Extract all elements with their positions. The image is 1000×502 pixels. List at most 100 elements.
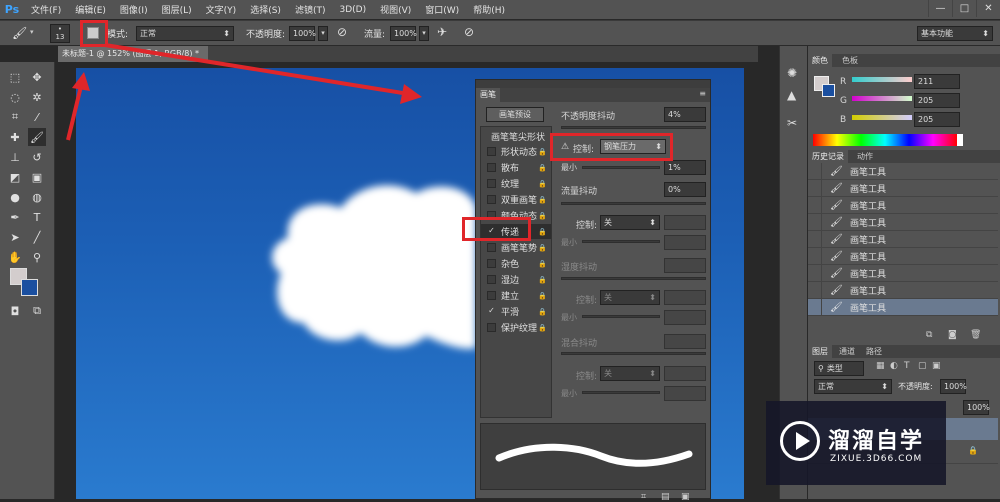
g-slider[interactable] bbox=[852, 96, 912, 101]
pixel-filter-icon[interactable]: ▦ bbox=[876, 361, 885, 371]
lock-icon[interactable]: 🔒 bbox=[538, 164, 547, 172]
list-item[interactable]: 杂色 bbox=[487, 256, 519, 271]
grid-icon[interactable]: ⌗ bbox=[641, 492, 646, 502]
checkbox[interactable] bbox=[487, 259, 496, 268]
tab-color[interactable]: 颜色 bbox=[808, 54, 832, 68]
mix-jitter-input[interactable] bbox=[664, 334, 706, 349]
minimum-input[interactable] bbox=[664, 386, 706, 401]
layer-filter-select[interactable]: ⚲ 类型 bbox=[814, 361, 864, 376]
layer-fill-input[interactable]: 100% bbox=[963, 400, 990, 415]
checkbox[interactable] bbox=[487, 147, 496, 156]
r-input[interactable]: 211 bbox=[914, 74, 960, 89]
opacity-jitter-slider[interactable] bbox=[561, 126, 706, 129]
checkbox[interactable] bbox=[487, 323, 496, 332]
minimum-input[interactable] bbox=[664, 310, 706, 325]
checkbox[interactable] bbox=[487, 195, 496, 204]
list-item[interactable]: 🖌 画笔工具 bbox=[808, 196, 998, 214]
new-document-icon[interactable]: ⧉ bbox=[926, 330, 932, 340]
list-item[interactable]: ✓ 平滑 bbox=[487, 304, 519, 319]
tools-icon[interactable]: ✂ bbox=[787, 116, 797, 130]
control-value: 关 bbox=[604, 293, 612, 302]
checkbox[interactable] bbox=[487, 163, 496, 172]
list-item[interactable]: 散布 bbox=[487, 160, 519, 175]
lock-icon[interactable]: 🔒 bbox=[538, 148, 547, 156]
checkbox[interactable] bbox=[487, 179, 496, 188]
flow-jitter-slider[interactable] bbox=[561, 202, 706, 205]
lock-icon[interactable]: 🔒 bbox=[538, 260, 547, 268]
minimum-slider[interactable] bbox=[582, 166, 660, 169]
lock-icon[interactable]: 🔒 bbox=[538, 196, 547, 204]
b-slider[interactable] bbox=[852, 115, 912, 120]
tab-history[interactable]: 历史记录 bbox=[808, 150, 848, 164]
white-swatch[interactable] bbox=[957, 134, 963, 146]
control-select[interactable]: 关 ⬍ bbox=[600, 215, 660, 230]
tab-swatches[interactable]: 色板 bbox=[838, 54, 862, 68]
lock-icon[interactable]: 🔒 bbox=[538, 212, 547, 220]
lock-icon[interactable]: 🔒 bbox=[538, 276, 547, 284]
shape-filter-icon[interactable]: ▢ bbox=[918, 361, 927, 371]
color-spectrum[interactable] bbox=[813, 134, 957, 146]
lock-icon[interactable]: 🔒 bbox=[538, 308, 547, 316]
trash-icon[interactable]: 🗑 bbox=[970, 330, 981, 340]
lock-icon[interactable]: 🔒 bbox=[538, 244, 547, 252]
tab-brush[interactable]: 画笔 bbox=[476, 88, 500, 102]
tab-channels[interactable]: 通道 bbox=[835, 345, 859, 359]
type-filter-icon[interactable]: T bbox=[904, 361, 910, 371]
r-slider[interactable] bbox=[852, 77, 912, 82]
b-input[interactable]: 205 bbox=[914, 112, 960, 127]
checkmark-icon[interactable]: ✓ bbox=[487, 307, 496, 316]
adjustment-filter-icon[interactable]: ◐ bbox=[890, 361, 898, 371]
lock-icon[interactable]: 🔒 bbox=[538, 324, 547, 332]
list-item[interactable]: 形状动态 bbox=[487, 144, 537, 159]
list-item[interactable]: 🖌 画笔工具 bbox=[808, 247, 998, 265]
wetness-jitter-input[interactable] bbox=[664, 258, 706, 273]
smart-object-filter-icon[interactable]: ▣ bbox=[932, 361, 941, 371]
navigator-icon[interactable]: ✺ bbox=[787, 66, 797, 80]
list-item[interactable]: 保护纹理 bbox=[487, 320, 537, 335]
list-item[interactable]: 湿边 bbox=[487, 272, 519, 287]
wetness-slider[interactable] bbox=[561, 277, 706, 280]
list-item[interactable]: 🖌 画笔工具 bbox=[808, 264, 998, 282]
tip-shape-item[interactable]: 画笔笔尖形状 bbox=[491, 130, 545, 143]
list-item[interactable]: 🖌 画笔工具 bbox=[808, 230, 998, 248]
blend-mode-select[interactable]: 正常 ⬍ bbox=[814, 379, 892, 394]
opacity-jitter-input[interactable]: 4% bbox=[664, 107, 706, 122]
background-color-swatch[interactable] bbox=[822, 84, 835, 97]
camera-icon[interactable]: ◙ bbox=[948, 330, 957, 340]
list-item[interactable]: 纹理 bbox=[487, 176, 519, 191]
histogram-icon[interactable]: ▲ bbox=[787, 88, 796, 102]
minimum-slider[interactable] bbox=[582, 240, 660, 243]
list-item[interactable]: 🖌 画笔工具 bbox=[808, 163, 998, 180]
list-item[interactable]: 画笔笔势 bbox=[487, 240, 537, 255]
tab-layers[interactable]: 图层 bbox=[808, 345, 832, 359]
list-item[interactable]: 建立 bbox=[487, 288, 519, 303]
flow-jitter-input[interactable]: 0% bbox=[664, 182, 706, 197]
list-item[interactable]: 🖌 画笔工具 bbox=[808, 179, 998, 197]
list-item[interactable]: 双重画笔 bbox=[487, 192, 537, 207]
minimum-input[interactable]: 1% bbox=[664, 160, 706, 175]
list-item-active[interactable]: 🖌 画笔工具 bbox=[808, 298, 998, 316]
layer-opacity-input[interactable]: 100% bbox=[940, 379, 967, 394]
new-brush-icon[interactable]: ▤ bbox=[661, 492, 670, 502]
brush-icon: 🖌 bbox=[830, 284, 843, 296]
panel-menu-icon[interactable]: ≡ bbox=[699, 89, 706, 98]
tab-actions[interactable]: 动作 bbox=[853, 150, 877, 164]
tab-paths[interactable]: 路径 bbox=[862, 345, 886, 359]
lock-icon[interactable]: 🔒 bbox=[538, 292, 547, 300]
checkbox[interactable] bbox=[487, 275, 496, 284]
checkbox[interactable] bbox=[487, 291, 496, 300]
save-brush-icon[interactable]: ▣ bbox=[681, 492, 690, 502]
mix-slider[interactable] bbox=[561, 352, 706, 355]
lock-icon[interactable]: 🔒 bbox=[538, 228, 547, 236]
list-item[interactable]: 🖌 画笔工具 bbox=[808, 281, 998, 299]
control-select[interactable]: 关 ⬍ bbox=[600, 290, 660, 305]
checkbox[interactable] bbox=[487, 243, 496, 252]
minimum-slider[interactable] bbox=[582, 315, 660, 318]
minimum-slider[interactable] bbox=[582, 391, 660, 394]
brush-presets-button[interactable]: 画笔预设 bbox=[486, 107, 544, 122]
lock-icon[interactable]: 🔒 bbox=[538, 180, 547, 188]
list-item[interactable]: 🖌 画笔工具 bbox=[808, 213, 998, 231]
control-select[interactable]: 关 ⬍ bbox=[600, 366, 660, 381]
g-input[interactable]: 205 bbox=[914, 93, 960, 108]
minimum-input[interactable] bbox=[664, 235, 706, 250]
